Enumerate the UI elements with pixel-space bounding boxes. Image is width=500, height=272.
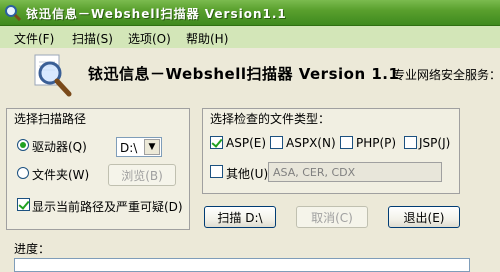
scan-path-group-label: 选择扫描路径 xyxy=(12,110,89,127)
php-label: PHP(P) xyxy=(356,136,397,150)
other-checkbox[interactable] xyxy=(210,165,223,178)
progress-label: 进度： xyxy=(14,242,51,256)
header-subtitle: 专业网络安全服务： xyxy=(393,68,500,82)
folder-label: 文件夹(W) xyxy=(32,168,90,182)
other-label: 其他(U) xyxy=(226,167,269,181)
asp-checkbox[interactable] xyxy=(210,136,223,149)
progress-bar xyxy=(14,258,470,272)
drive-radio[interactable] xyxy=(17,139,29,151)
browse-button[interactable]: 浏览(B) xyxy=(108,164,176,186)
drive-label: 驱动器(Q) xyxy=(32,140,87,154)
php-checkbox[interactable] xyxy=(340,136,353,149)
menu-scan[interactable]: 扫描(S) xyxy=(72,30,113,47)
app-icon xyxy=(4,4,22,22)
drive-select-value: D:\ xyxy=(120,141,138,155)
menu-file[interactable]: 文件(F) xyxy=(14,30,54,47)
exit-button[interactable]: 退出(E) xyxy=(388,206,460,228)
header-title: 铱迅信息－Webshell扫描器 Version 1.1 xyxy=(88,65,400,83)
jsp-checkbox[interactable] xyxy=(404,136,417,149)
show-path-checkbox[interactable] xyxy=(17,198,30,211)
drive-select[interactable]: D:\ ▼ xyxy=(116,137,162,157)
folder-radio[interactable] xyxy=(17,167,29,179)
other-extensions-field[interactable]: ASA, CER, CDX xyxy=(268,162,442,182)
aspx-checkbox[interactable] xyxy=(270,136,283,149)
chevron-down-icon[interactable]: ▼ xyxy=(144,139,160,155)
file-types-group-label: 选择检查的文件类型： xyxy=(208,110,333,127)
jsp-label: JSP(J) xyxy=(419,136,451,150)
aspx-label: ASPX(N) xyxy=(286,136,336,150)
menu-options[interactable]: 选项(O) xyxy=(128,30,171,47)
menu-help[interactable]: 帮助(H) xyxy=(186,30,228,47)
asp-label: ASP(E) xyxy=(226,136,267,150)
cancel-button[interactable]: 取消(C) xyxy=(296,206,368,228)
scan-button[interactable]: 扫描 D:\ xyxy=(204,206,276,228)
window-title: 铱迅信息－Webshell扫描器 Version1.1 xyxy=(26,7,287,21)
magnifier-icon xyxy=(33,53,73,97)
show-path-label: 显示当前路径及严重可疑(D) xyxy=(32,200,183,214)
